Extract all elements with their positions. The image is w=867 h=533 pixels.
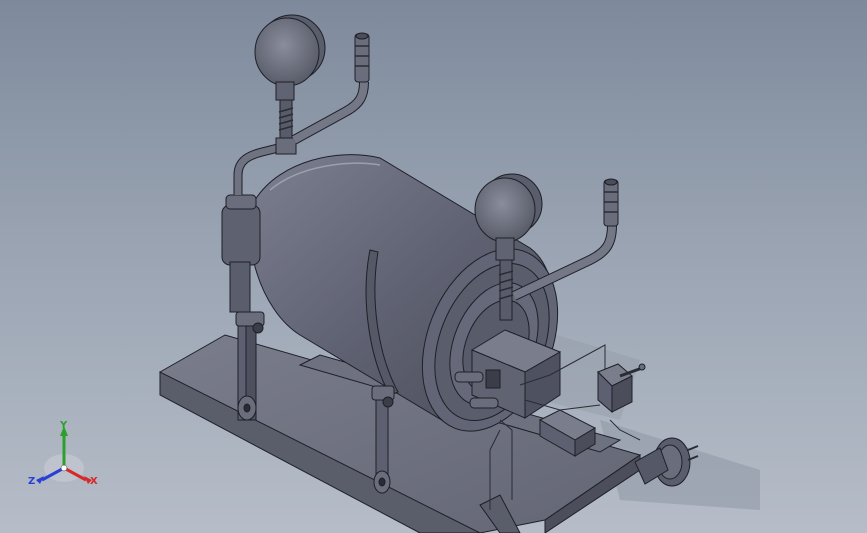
toggle-switch[interactable] xyxy=(597,363,646,414)
triad-z-label: Z xyxy=(28,476,36,487)
top-pipe-left xyxy=(291,81,369,145)
gauge-face-right xyxy=(474,177,536,243)
graphics-viewport[interactable]: Y X Z xyxy=(0,0,867,533)
gauge-face xyxy=(254,17,320,87)
valve-fitting-right[interactable] xyxy=(603,178,619,227)
orientation-triad[interactable] xyxy=(36,426,92,484)
triad-x-label: X xyxy=(90,476,98,487)
cad-model[interactable] xyxy=(0,0,867,533)
valve-fitting-left[interactable] xyxy=(354,32,370,83)
triad-y-label: Y xyxy=(60,420,68,431)
